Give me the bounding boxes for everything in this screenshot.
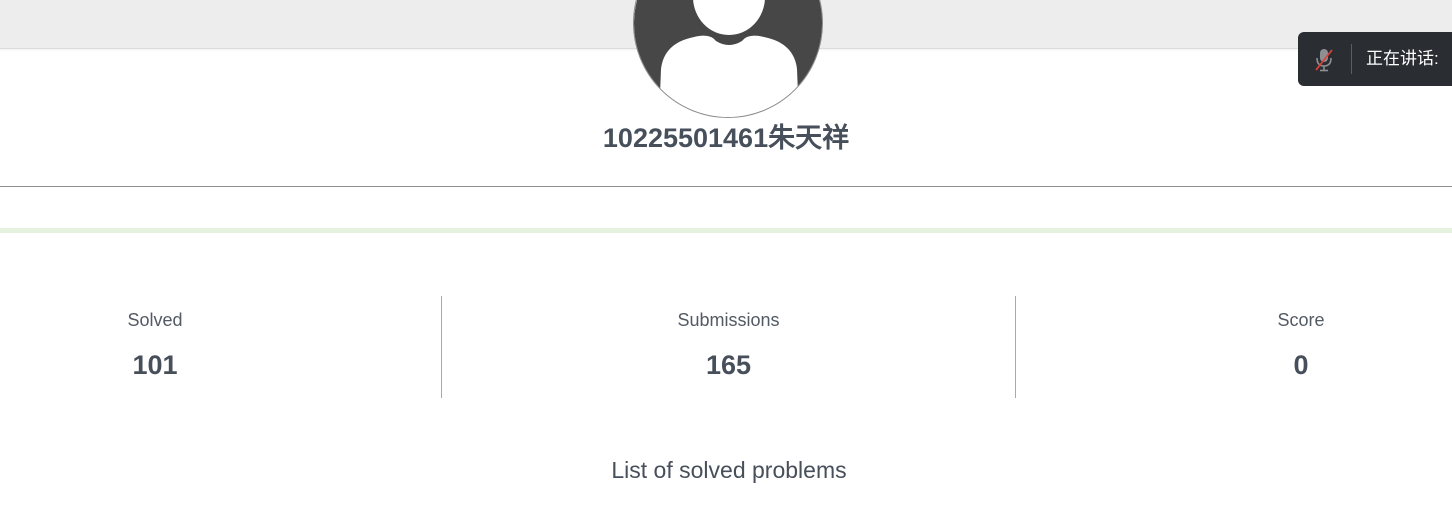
stat-solved-label: Solved: [127, 310, 183, 330]
default-user-avatar-icon: [634, 0, 822, 117]
stat-submissions-label: Submissions: [677, 310, 780, 330]
meeting-speaking-widget[interactable]: 正在讲话:: [1298, 32, 1452, 86]
profile-username: 10225501461朱天祥: [602, 123, 850, 153]
stat-score-label: Score: [1277, 310, 1325, 330]
user-profile-page: 10225501461朱天祥 Solved 101 Submissions 16…: [0, 0, 1452, 510]
stats-separator: [1015, 296, 1016, 398]
section-accent-line: [0, 228, 1452, 233]
profile-divider: [0, 186, 1452, 187]
stat-submissions-value: 165: [705, 350, 752, 380]
widget-divider: [1351, 44, 1352, 74]
stat-score-value: 0: [1293, 350, 1309, 380]
stat-submissions: Submissions 165: [442, 296, 1015, 398]
stat-solved-value: 101: [132, 350, 178, 380]
solved-problems-heading: List of solved problems: [611, 457, 847, 483]
stats-separator: [441, 296, 442, 398]
user-avatar: [633, 0, 823, 118]
stat-score: Score 0: [1150, 296, 1452, 398]
mic-muted-icon[interactable]: [1313, 47, 1335, 73]
speaking-label: 正在讲话:: [1366, 49, 1439, 68]
stat-solved: Solved 101: [0, 296, 310, 398]
stats-row: Solved 101 Submissions 165 Score 0: [0, 296, 1452, 398]
